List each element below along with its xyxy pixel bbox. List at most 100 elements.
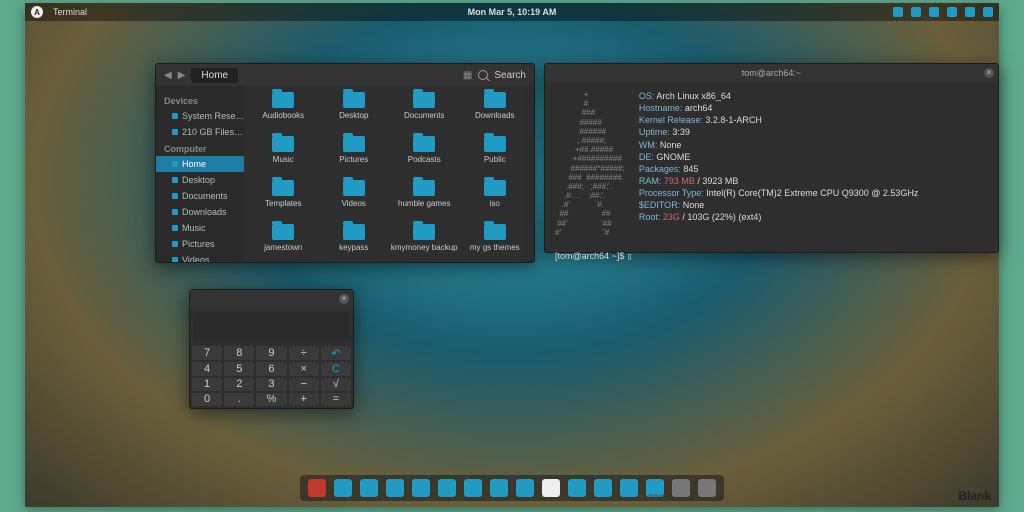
sidebar-item[interactable]: Home — [156, 156, 244, 172]
folder-item[interactable]: kmymoney backup — [389, 224, 460, 262]
dock-launcher[interactable] — [568, 479, 586, 497]
calc-key[interactable]: C — [321, 362, 351, 375]
calc-key[interactable]: 3 — [256, 378, 286, 391]
calc-key[interactable]: 6 — [256, 362, 286, 375]
folder-item[interactable]: Desktop — [319, 92, 390, 136]
tray-icon[interactable] — [911, 7, 921, 17]
calc-key[interactable]: ÷ — [289, 346, 319, 360]
active-app-label[interactable]: Terminal — [53, 7, 87, 17]
calc-key[interactable]: 8 — [224, 346, 254, 360]
file-manager-window: ◀ ▶ Home ▦ Search Devices System Rese…21… — [155, 63, 535, 263]
folder-icon — [413, 224, 435, 240]
dock-launcher[interactable] — [464, 479, 482, 497]
tray-icon[interactable] — [965, 7, 975, 17]
folder-item[interactable]: humble games — [389, 180, 460, 224]
view-toggle-icon[interactable]: ▦ — [463, 70, 472, 81]
folder-item[interactable]: Templates — [248, 180, 319, 224]
folder-item[interactable]: keypass — [319, 224, 390, 262]
search-icon[interactable] — [478, 70, 488, 80]
dock-launcher[interactable] — [698, 479, 716, 497]
desktop-screenshot: A Terminal Mon Mar 5, 10:19 AM ◀ ▶ Home … — [25, 3, 999, 507]
folder-item[interactable]: Audiobooks — [248, 92, 319, 136]
dock-launcher[interactable] — [360, 479, 378, 497]
search-label[interactable]: Search — [494, 70, 526, 81]
calc-key[interactable]: ↶ — [321, 346, 351, 360]
terminal-title: tom@arch64:~ — [742, 68, 801, 78]
folder-icon — [343, 180, 365, 196]
folder-item[interactable]: Music — [248, 136, 319, 180]
forward-button[interactable]: ▶ — [178, 70, 186, 81]
folder-icon — [484, 92, 506, 108]
calc-key[interactable]: 1 — [192, 378, 222, 391]
folder-item[interactable]: iso — [460, 180, 531, 224]
folder-item[interactable]: jamestown — [248, 224, 319, 262]
close-icon[interactable]: × — [339, 294, 349, 304]
watermark: Blank — [958, 489, 991, 503]
sidebar-item[interactable]: Pictures — [156, 236, 244, 252]
calculator-display — [194, 312, 349, 340]
file-manager-toolbar: ◀ ▶ Home ▦ Search — [156, 64, 534, 86]
folder-item[interactable]: Public — [460, 136, 531, 180]
folder-icon — [484, 180, 506, 196]
folder-item[interactable]: Documents — [389, 92, 460, 136]
dock-launcher[interactable] — [490, 479, 508, 497]
calc-key[interactable]: = — [321, 393, 351, 406]
calc-key[interactable]: + — [289, 393, 319, 406]
back-button[interactable]: ◀ — [164, 70, 172, 81]
folder-item[interactable]: my gs themes — [460, 224, 531, 262]
calc-key[interactable]: 2 — [224, 378, 254, 391]
sidebar-item[interactable]: Music — [156, 220, 244, 236]
folder-icon — [343, 136, 365, 152]
terminal-titlebar: tom@arch64:~ × — [545, 64, 998, 82]
sidebar-item[interactable]: Videos — [156, 252, 244, 262]
breadcrumb-home[interactable]: Home — [191, 68, 238, 83]
sidebar-item[interactable]: Desktop — [156, 172, 244, 188]
sidebar-header-devices: Devices — [156, 92, 244, 108]
sidebar-header-computer: Computer — [156, 140, 244, 156]
folder-icon — [484, 224, 506, 240]
folder-item[interactable]: Podcasts — [389, 136, 460, 180]
dock-launcher[interactable] — [542, 479, 560, 497]
weather-widget[interactable]: ☀ 28°F — [637, 492, 667, 503]
folder-icon — [272, 136, 294, 152]
dock-launcher[interactable] — [516, 479, 534, 497]
calc-key[interactable]: % — [256, 393, 286, 406]
dock-launcher[interactable] — [308, 479, 326, 497]
calc-key[interactable]: 5 — [224, 362, 254, 375]
tray-icon[interactable] — [947, 7, 957, 17]
folder-item[interactable]: Pictures — [319, 136, 390, 180]
calc-key[interactable]: √ — [321, 378, 351, 391]
tray-icon[interactable] — [893, 7, 903, 17]
system-tray — [893, 7, 993, 17]
folder-grid: AudiobooksDesktopDocumentsDownloads Music… — [244, 86, 534, 262]
dock-launcher[interactable] — [594, 479, 612, 497]
terminal-body[interactable]: + # ### ##### ###### ; #####; +##.##### … — [545, 82, 998, 245]
tray-icon[interactable] — [983, 7, 993, 17]
calc-key[interactable]: . — [224, 393, 254, 406]
calc-key[interactable]: 0 — [192, 393, 222, 406]
calc-key[interactable]: 4 — [192, 362, 222, 375]
dock-launcher[interactable] — [672, 479, 690, 497]
dock-launcher[interactable] — [412, 479, 430, 497]
sidebar-item[interactable]: Documents — [156, 188, 244, 204]
dock-launcher[interactable] — [334, 479, 352, 497]
sidebar-item-device[interactable]: System Rese… — [156, 108, 244, 124]
top-panel: A Terminal Mon Mar 5, 10:19 AM — [25, 3, 999, 21]
close-icon[interactable]: × — [984, 68, 994, 78]
terminal-prompt[interactable]: [tom@arch64 ~]$ ▯ — [545, 251, 998, 262]
dock-launcher[interactable] — [438, 479, 456, 497]
clock[interactable]: Mon Mar 5, 10:19 AM — [468, 7, 557, 17]
calc-key[interactable]: − — [289, 378, 319, 391]
dock-launcher[interactable] — [386, 479, 404, 497]
sidebar-item-device[interactable]: 210 GB Files… — [156, 124, 244, 140]
calc-key[interactable]: 9 — [256, 346, 286, 360]
folder-item[interactable]: Downloads — [460, 92, 531, 136]
tray-icon[interactable] — [929, 7, 939, 17]
folder-item[interactable]: Videos — [319, 180, 390, 224]
calc-key[interactable]: × — [289, 362, 319, 375]
folder-icon — [413, 92, 435, 108]
dock-launcher[interactable] — [620, 479, 638, 497]
sidebar-item[interactable]: Downloads — [156, 204, 244, 220]
calc-key[interactable]: 7 — [192, 346, 222, 360]
activities-icon[interactable]: A — [31, 6, 43, 18]
